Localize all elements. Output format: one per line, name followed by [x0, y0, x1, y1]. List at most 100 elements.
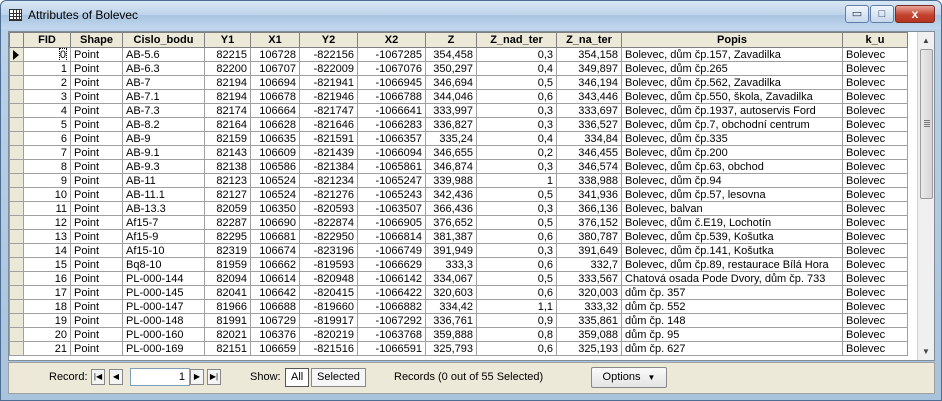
- cell-z[interactable]: 334,42: [425, 299, 477, 314]
- cell-x1[interactable]: 106614: [250, 271, 300, 286]
- cell-shape[interactable]: Point: [70, 187, 123, 202]
- row-selector[interactable]: [9, 201, 24, 216]
- cell-y1[interactable]: 82200: [204, 61, 251, 76]
- cell-y1[interactable]: 82059: [204, 201, 251, 216]
- cell-x1[interactable]: 106642: [250, 285, 300, 300]
- cell-popis[interactable]: Bolevec, dům čp.94: [621, 173, 843, 188]
- cell-popis[interactable]: dům čp. 95: [621, 327, 843, 342]
- cell-x2[interactable]: -1065861: [357, 159, 426, 174]
- cell-cislo-bodu[interactable]: AB-7.3: [122, 103, 205, 118]
- column-header-y1[interactable]: Y1: [204, 32, 251, 48]
- cell-x2[interactable]: -1066814: [357, 229, 426, 244]
- cell-cislo-bodu[interactable]: AB-13.3: [122, 201, 205, 216]
- cell-z[interactable]: 346,655: [425, 145, 477, 160]
- scroll-thumb[interactable]: [920, 49, 933, 199]
- cell-z-na-ter[interactable]: 376,152: [556, 215, 622, 230]
- row-selector[interactable]: [9, 285, 24, 300]
- cell-z[interactable]: 336,827: [425, 117, 477, 132]
- cell-y1[interactable]: 82194: [204, 75, 251, 90]
- cell-x2[interactable]: -1066357: [357, 131, 426, 146]
- cell-shape[interactable]: Point: [70, 271, 123, 286]
- cell-z[interactable]: 333,997: [425, 103, 477, 118]
- cell-k-u[interactable]: Bolevec: [842, 201, 908, 216]
- cell-fid[interactable]: 3: [23, 89, 71, 104]
- cell-z-na-ter[interactable]: 346,455: [556, 145, 622, 160]
- cell-x2[interactable]: -1066945: [357, 75, 426, 90]
- cell-z[interactable]: 354,458: [425, 47, 477, 62]
- last-record-icon[interactable]: ▶|: [207, 369, 221, 385]
- cell-shape[interactable]: Point: [70, 201, 123, 216]
- cell-cislo-bodu[interactable]: AB-7.1: [122, 89, 205, 104]
- column-header-z[interactable]: Z: [425, 32, 477, 48]
- table-row[interactable]: 19 Point PL-000-148 81991 106729 -819917 -1067…: [9, 313, 908, 328]
- cell-y2[interactable]: -823196: [299, 243, 358, 258]
- cell-cislo-bodu[interactable]: AB-8.2: [122, 117, 205, 132]
- cell-fid[interactable]: 15: [23, 257, 71, 272]
- cell-y2[interactable]: -822156: [299, 47, 358, 62]
- cell-y1[interactable]: 82287: [204, 215, 251, 230]
- cell-shape[interactable]: Point: [70, 173, 123, 188]
- cell-popis[interactable]: Bolevec, dům čp.550, škola, Zavadilka: [621, 89, 843, 104]
- row-selector[interactable]: [9, 173, 24, 188]
- cell-popis[interactable]: Bolevec, balvan: [621, 201, 843, 216]
- column-header-y2[interactable]: Y2: [299, 32, 358, 48]
- cell-z-na-ter[interactable]: 349,897: [556, 61, 622, 76]
- cell-shape[interactable]: Point: [70, 117, 123, 132]
- column-header-x2[interactable]: X2: [357, 32, 426, 48]
- cell-fid[interactable]: 0: [23, 47, 71, 62]
- cell-z[interactable]: 346,874: [425, 159, 477, 174]
- cell-fid[interactable]: 11: [23, 201, 71, 216]
- cell-k-u[interactable]: Bolevec: [842, 47, 908, 62]
- cell-z-na-ter[interactable]: 334,84: [556, 131, 622, 146]
- cell-z-na-ter[interactable]: 346,194: [556, 75, 622, 90]
- cell-x2[interactable]: -1066882: [357, 299, 426, 314]
- cell-z[interactable]: 335,24: [425, 131, 477, 146]
- cell-shape[interactable]: Point: [70, 89, 123, 104]
- cell-popis[interactable]: Chatová osada Pode Dvory, dům čp. 733: [621, 271, 843, 286]
- cell-x2[interactable]: -1063768: [357, 327, 426, 342]
- cell-z[interactable]: 381,387: [425, 229, 477, 244]
- cell-x1[interactable]: 106662: [250, 257, 300, 272]
- cell-x1[interactable]: 106678: [250, 89, 300, 104]
- column-header-cislo-bodu[interactable]: Cislo_bodu: [122, 32, 205, 48]
- cell-fid[interactable]: 1: [23, 61, 71, 76]
- cell-y1[interactable]: 82094: [204, 271, 251, 286]
- cell-z[interactable]: 339,988: [425, 173, 477, 188]
- cell-x1[interactable]: 106681: [250, 229, 300, 244]
- cell-k-u[interactable]: Bolevec: [842, 257, 908, 272]
- cell-shape[interactable]: Point: [70, 61, 123, 76]
- cell-y2[interactable]: -819917: [299, 313, 358, 328]
- row-selector[interactable]: [9, 187, 24, 202]
- cell-popis[interactable]: dům čp. 552: [621, 299, 843, 314]
- table-row[interactable]: 1 Point AB-6.3 82200 106707 -822009 -1067076 35…: [9, 61, 908, 76]
- cell-fid[interactable]: 16: [23, 271, 71, 286]
- cell-x1[interactable]: 106586: [250, 159, 300, 174]
- row-selector[interactable]: [9, 61, 24, 76]
- cell-fid[interactable]: 9: [23, 173, 71, 188]
- cell-popis[interactable]: Bolevec, dům čp.89, restaurace Bílá Hora: [621, 257, 843, 272]
- cell-y1[interactable]: 82319: [204, 243, 251, 258]
- cell-k-u[interactable]: Bolevec: [842, 341, 908, 356]
- cell-y1[interactable]: 82151: [204, 341, 251, 356]
- cell-y1[interactable]: 82295: [204, 229, 251, 244]
- cell-popis[interactable]: Bolevec, dům čp.57, lesovna: [621, 187, 843, 202]
- table-row[interactable]: 13 Point Af15-9 82295 106681 -822950 -1066814 3…: [9, 229, 908, 244]
- cell-k-u[interactable]: Bolevec: [842, 285, 908, 300]
- row-selector[interactable]: [9, 327, 24, 342]
- cell-fid[interactable]: 18: [23, 299, 71, 314]
- cell-y1[interactable]: 82159: [204, 131, 251, 146]
- row-selector[interactable]: [9, 89, 24, 104]
- cell-cislo-bodu[interactable]: AB-9: [122, 131, 205, 146]
- cell-shape[interactable]: Point: [70, 341, 123, 356]
- cell-cislo-bodu[interactable]: AB-11: [122, 173, 205, 188]
- cell-cislo-bodu[interactable]: AB-6.3: [122, 61, 205, 76]
- cell-shape[interactable]: Point: [70, 257, 123, 272]
- cell-y2[interactable]: -821276: [299, 187, 358, 202]
- cell-y1[interactable]: 82041: [204, 285, 251, 300]
- row-selector[interactable]: [9, 103, 24, 118]
- cell-z-na-ter[interactable]: 391,649: [556, 243, 622, 258]
- table-row[interactable]: 4 Point AB-7.3 82174 106664 -821747 -1066641 33…: [9, 103, 908, 118]
- cell-popis[interactable]: Bolevec, dům čp.1937, autoservis Ford: [621, 103, 843, 118]
- cell-y2[interactable]: -821747: [299, 103, 358, 118]
- cell-z[interactable]: 336,761: [425, 313, 477, 328]
